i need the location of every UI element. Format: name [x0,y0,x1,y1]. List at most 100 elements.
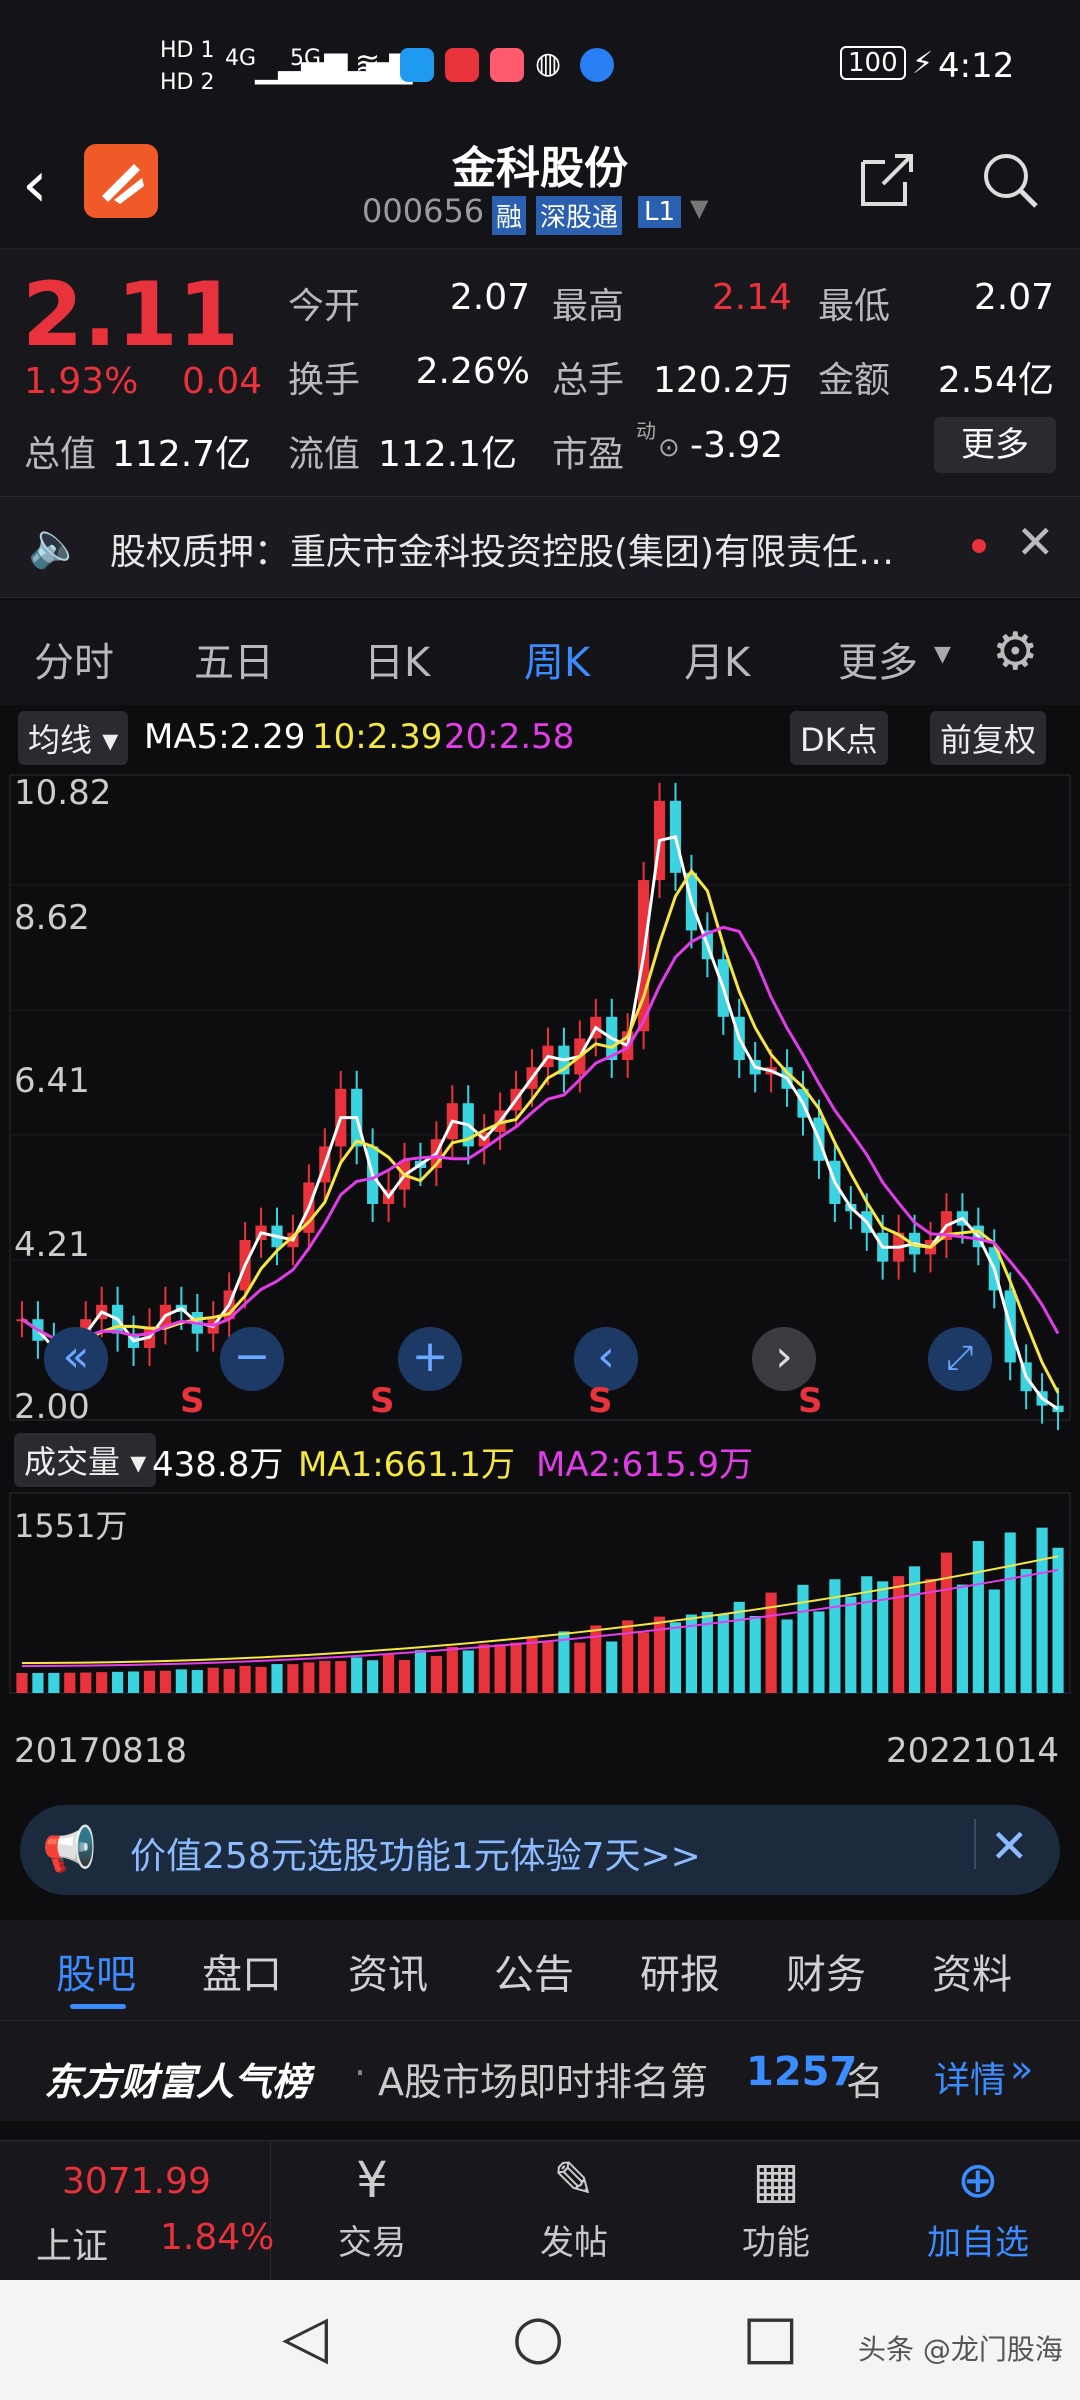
volume-bar [606,1641,618,1693]
more-quote-button[interactable]: 更多 [934,417,1056,473]
volume-bar [877,1581,889,1693]
zoom-out-icon[interactable]: − [220,1327,284,1391]
tab-monthly-k[interactable]: 月K [684,630,750,688]
forward-adjust-button[interactable]: 前复权 [930,711,1047,765]
promo-close-icon[interactable]: ✕ [990,1819,1029,1873]
notice-bar[interactable]: 🔈 股权质押：重庆市金科投资控股(集团)有限责任… ✕ [0,496,1080,598]
volume-bar [638,1632,650,1693]
tab-order-book[interactable]: 盘口 [202,1942,282,2000]
date-end: 20221014 [886,1731,1060,1771]
bulb-icon [580,48,614,82]
tab-weekly-k[interactable]: 周K [524,630,590,688]
price-tick-3: 6.41 [14,1061,90,1101]
period-tabs: 分时 五日 日K 周K 月K 更多 ▼ ⚙ [0,600,1080,705]
search-icon[interactable] [978,148,1042,216]
turnover-label: 换手 [288,360,361,401]
clock: 4:12 [938,46,1015,86]
tab-more[interactable]: 更多 [838,630,918,688]
volume-bar [287,1664,299,1693]
chevron-right-icon: » [1010,2047,1034,2091]
volume-bar [351,1657,363,1693]
volume-bar [1004,1532,1016,1693]
volume-current: 438.8万 [152,1445,284,1485]
tab-five-day[interactable]: 五日 [194,630,274,688]
promo-banner[interactable]: 📢 价值258元选股功能1元体验7天>> ✕ [20,1805,1060,1895]
edit-icon: ✎ [553,2151,595,2209]
home-nav-icon[interactable]: ○ [512,2302,564,2372]
post-button[interactable]: ✎ 发帖 [504,2151,644,2264]
volume-bar [207,1667,219,1693]
sell-signal-2: S [370,1381,395,1421]
volume-max-tick: 1551万 [14,1507,128,1545]
volume-bar [813,1611,825,1693]
trade-button[interactable]: ¥ 交易 [302,2151,442,2264]
tab-financials[interactable]: 财务 [786,1942,866,2000]
volume-bar [574,1642,586,1693]
tab-news[interactable]: 资讯 [348,1942,428,2000]
watermark: 头条 @龙门股海 [858,2333,1063,2366]
functions-button[interactable]: ▦ 功能 [706,2151,846,2264]
info-icon[interactable]: ⊙ [658,433,680,463]
recents-nav-icon[interactable]: □ [742,2302,799,2372]
open-value: 2.07 [449,277,530,318]
volume-bar [271,1664,283,1693]
index-name: 上证 [36,2226,109,2267]
ma10-line [21,868,1060,1394]
pe-value: -3.92 [690,425,784,466]
volume-bar [16,1673,28,1693]
back-nav-icon[interactable]: ◁ [282,2302,328,2372]
zoom-in-icon[interactable]: + [398,1327,462,1391]
volume-bar [127,1671,140,1693]
volume-bar [398,1659,411,1693]
volume-toggle[interactable]: 成交量 ▾ [14,1433,157,1487]
tab-intraday[interactable]: 分时 [34,630,114,688]
add-watchlist-button[interactable]: ⊕ 加自选 [908,2151,1048,2264]
ma10-value: 10:2.39 [312,717,443,757]
volume-bar [446,1646,458,1693]
share-icon[interactable] [855,148,919,216]
dropdown-icon[interactable]: ▼ [690,194,708,222]
tab-profile[interactable]: 资料 [932,1942,1012,2000]
tab-research[interactable]: 研报 [640,1942,720,2000]
rank-suffix: 名 [846,2060,885,2104]
volume-bar [143,1670,156,1693]
more-dropdown-icon: ▼ [934,642,951,667]
grid-icon: ▦ [752,2151,800,2209]
network-5g-label: 5G [290,46,322,71]
popularity-rank-bar[interactable]: 东方财富人气榜 · A股市场即时排名第 1257 名 详情 » [0,2020,1080,2121]
amount-value: 2.54亿 [937,360,1054,401]
price-tick-4: 4.21 [14,1225,90,1265]
tab-announcements[interactable]: 公告 [494,1942,574,2000]
stock-code: 000656 [362,192,485,230]
rank-detail-link[interactable]: 详情 [934,2051,1006,2103]
fullscreen-icon[interactable]: ⤢ [928,1327,992,1391]
settings-gear-icon[interactable]: ⚙ [992,622,1039,682]
promo-text: 价值258元选股功能1元体验7天>> [130,1836,701,1877]
volume-bar [96,1672,108,1693]
volume-bar [1052,1547,1064,1693]
price-tick-2: 8.62 [14,898,90,938]
close-icon[interactable]: ✕ [1016,515,1055,569]
volume-bar [781,1619,793,1693]
dk-points-button[interactable]: DK点 [790,711,888,765]
volume-bar [239,1665,251,1693]
volume-bar [112,1671,124,1693]
sell-signal-4: S [798,1381,823,1421]
hd1-indicator: HD 1 [160,38,215,63]
volume-bar [191,1670,203,1693]
index-ticker[interactable]: 3071.99 上证 1.84% [0,2141,274,2281]
ma-toggle[interactable]: 均线 ▾ [18,711,129,765]
tab-daily-k[interactable]: 日K [364,630,430,688]
high-label: 最高 [552,286,625,327]
hd2-indicator: HD 2 [160,70,215,95]
volume-bar [223,1669,235,1693]
tab-forum[interactable]: 股吧 [56,1942,136,2000]
sell-signal-1: S [180,1381,205,1421]
kline-svg[interactable] [0,765,1080,1785]
volume-bar [893,1576,905,1693]
price-tick-5: 2.00 [14,1387,90,1427]
volume-bar [653,1616,666,1693]
volume-bar [622,1620,634,1693]
volume-bar [526,1637,538,1693]
scroll-start-icon[interactable]: « [44,1327,108,1391]
